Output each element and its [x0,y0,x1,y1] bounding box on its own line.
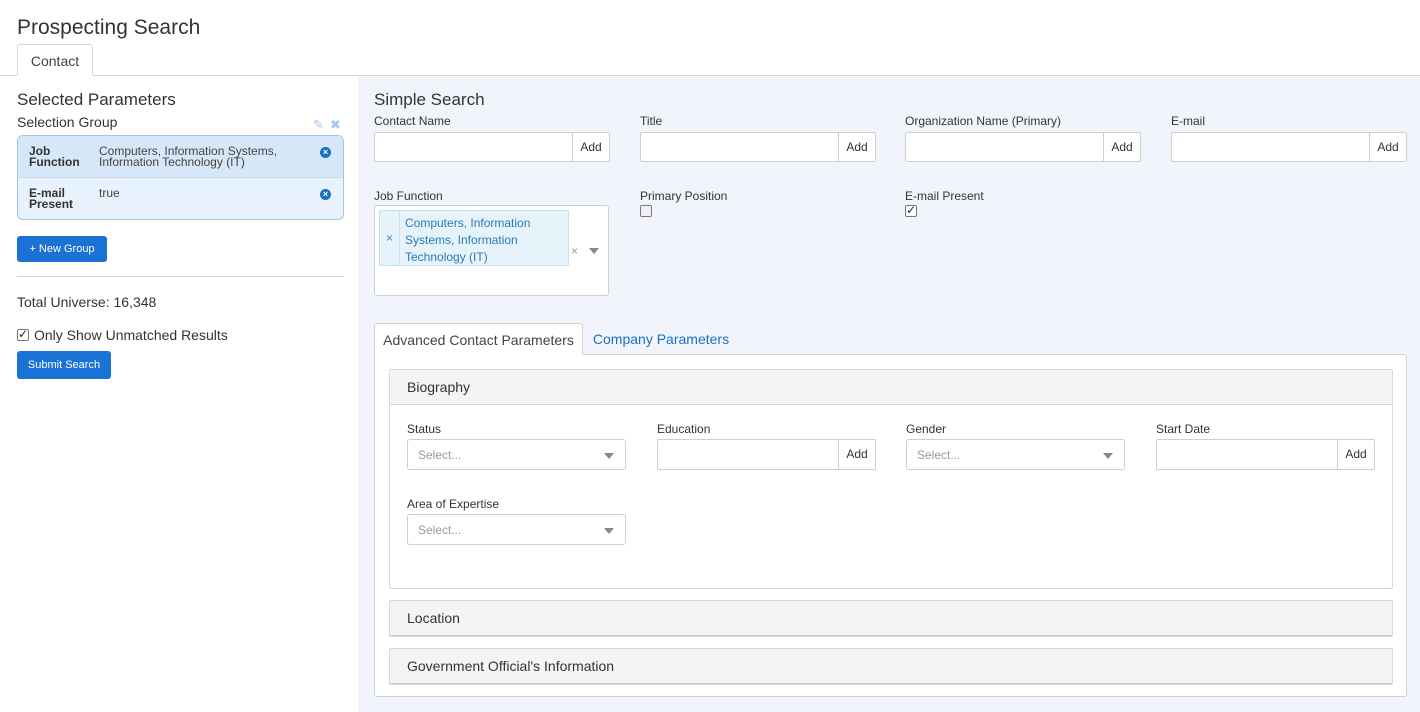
simple-search-title: Simple Search [374,90,485,109]
organization-label: Organization Name (Primary) [905,114,1062,128]
email-add-button[interactable]: Add [1369,133,1406,161]
job-function-label: Job Function [374,189,443,203]
selected-param-row: E-mail Present true × [18,178,343,219]
government-official-header[interactable]: Government Official's Information [390,649,1392,684]
primary-position-label: Primary Position [640,189,728,203]
status-select[interactable]: Select... [407,439,626,470]
title-label: Title [640,114,663,128]
group-actions: ✎ ✖ [312,118,342,131]
chevron-down-icon [604,528,614,534]
organization-field[interactable]: Add [905,132,1141,162]
clear-icon[interactable]: × [571,244,578,258]
tab-advanced-contact-parameters[interactable]: Advanced Contact Parameters [374,323,583,355]
primary-position-checkbox[interactable] [640,205,652,217]
start-date-label: Start Date [1156,422,1211,436]
new-group-button[interactable]: + New Group [17,236,107,262]
gender-placeholder: Select... [917,448,961,462]
selection-group-label: Selection Group [17,114,118,130]
status-placeholder: Select... [418,448,462,462]
tab-contact[interactable]: Contact [17,44,93,76]
email-field[interactable]: Add [1171,132,1407,162]
param-value: true [99,186,120,200]
location-header[interactable]: Location [390,601,1392,636]
selected-parameters-panel: Selected Parameters Selection Group ✎ ✖ … [0,76,358,712]
area-of-expertise-label: Area of Expertise [407,497,500,511]
only-unmatched-toggle[interactable]: Only Show Unmatched Results [17,327,228,343]
selection-group-box: Job Function Computers, Information Syst… [17,135,344,220]
chevron-down-icon[interactable] [589,248,599,254]
advanced-tab-content: Biography Status Select... Education Add… [374,354,1407,697]
submit-search-button[interactable]: Submit Search [17,351,111,379]
biography-panel: Biography Status Select... Education Add… [389,369,1393,589]
biography-header[interactable]: Biography [390,370,1392,405]
status-label: Status [407,422,442,436]
education-label: Education [657,422,711,436]
close-icon[interactable]: ✖ [329,118,342,131]
gender-select[interactable]: Select... [906,439,1125,470]
education-field[interactable]: Add [657,439,876,470]
government-official-panel: Government Official's Information [389,648,1393,685]
remove-param-icon[interactable]: × [320,189,331,200]
search-panel: Simple Search Contact Name Add Title Add… [358,76,1420,712]
start-date-field[interactable]: Add [1156,439,1375,470]
selected-param-row: Job Function Computers, Information Syst… [18,136,343,178]
email-present-checkbox[interactable] [905,203,917,217]
area-of-expertise-placeholder: Select... [418,523,462,537]
email-present-label: E-mail Present [905,189,984,203]
education-add-button[interactable]: Add [838,440,875,469]
organization-add-button[interactable]: Add [1103,133,1140,161]
param-key: E-mail Present [29,186,74,211]
advanced-tab-bar: Advanced Contact Parameters Company Para… [374,323,1407,355]
remove-tag-icon[interactable]: × [380,211,400,265]
area-of-expertise-select[interactable]: Select... [407,514,626,545]
total-universe: Total Universe: 16,348 [17,294,157,310]
selected-tag: × Computers, Information Systems, Inform… [379,210,569,266]
page-title: Prospecting Search [17,16,201,39]
only-unmatched-checkbox[interactable] [17,327,29,341]
param-key: Job Function [29,144,80,169]
start-date-add-button[interactable]: Add [1337,440,1374,469]
title-add-button[interactable]: Add [838,133,875,161]
edit-icon[interactable]: ✎ [312,118,325,131]
tab-company-parameters[interactable]: Company Parameters [586,323,736,355]
only-unmatched-label: Only Show Unmatched Results [34,327,228,343]
top-tab-bar: Contact [0,44,1420,76]
location-panel: Location [389,600,1393,637]
tag-label: Computers, Information Systems, Informat… [405,216,531,264]
email-label: E-mail [1171,114,1206,128]
divider [17,276,344,277]
title-field[interactable]: Add [640,132,876,162]
contact-name-field[interactable]: Add [374,132,610,162]
chevron-down-icon [1103,453,1113,459]
chevron-down-icon [604,453,614,459]
gender-label: Gender [906,422,947,436]
remove-param-icon[interactable]: × [320,147,331,158]
contact-name-label: Contact Name [374,114,451,128]
job-function-multiselect[interactable]: × Computers, Information Systems, Inform… [374,205,609,296]
selected-parameters-title: Selected Parameters [17,90,176,109]
param-value: Computers, Information Systems, Informat… [99,144,278,169]
contact-name-add-button[interactable]: Add [572,133,609,161]
